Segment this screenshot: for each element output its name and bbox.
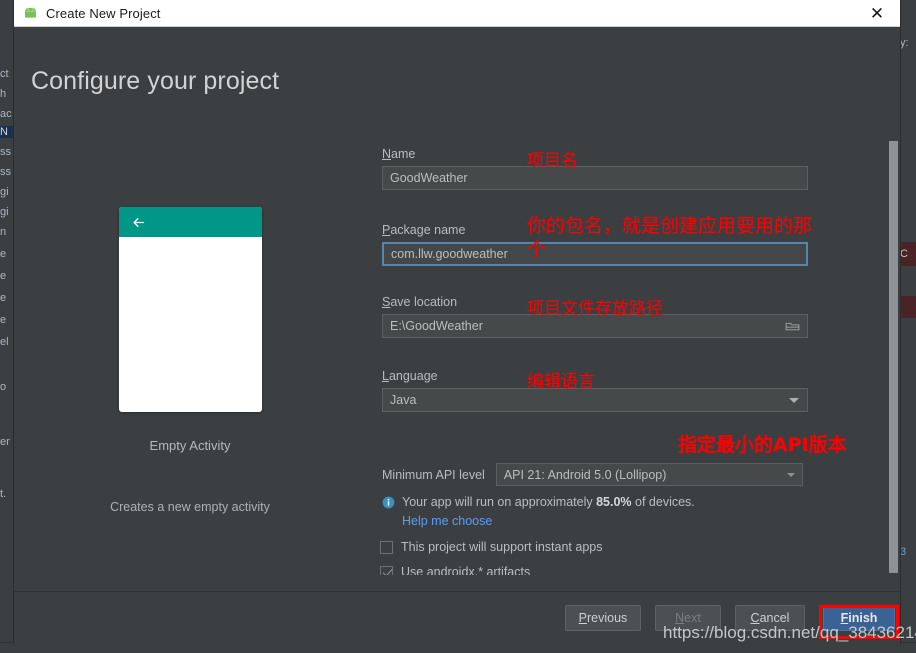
info-icon xyxy=(382,496,395,508)
minimum-api-label: Minimum API level xyxy=(382,467,485,482)
chevron-down-icon xyxy=(789,398,799,403)
package-name-input[interactable]: com.llw.goodweather xyxy=(382,242,808,266)
ide-text-fragment: h xyxy=(0,88,7,100)
field-package-name: Package name com.llw.goodweather xyxy=(382,223,808,266)
android-robot-icon xyxy=(25,7,36,18)
ide-text-fragment: gi xyxy=(0,206,9,218)
ide-text-fragment: e xyxy=(0,292,7,304)
save-location-label: Save location xyxy=(382,295,458,309)
ide-text-fragment: e xyxy=(0,248,7,260)
page-title: Configure your project xyxy=(31,67,280,95)
language-select-value: Java xyxy=(390,393,417,407)
name-label: Name xyxy=(382,147,416,161)
api-coverage-suffix: of devices. xyxy=(631,495,695,509)
next-button[interactable]: Next xyxy=(655,605,721,631)
language-label: Language xyxy=(382,369,438,383)
api-coverage-prefix: Your app will run on approximately xyxy=(402,495,597,509)
checkbox-androidx-artifacts[interactable]: Use androidx.* artifacts xyxy=(380,565,530,575)
ide-text-fragment: y: xyxy=(900,37,909,49)
ide-text-fragment: el xyxy=(0,336,9,348)
ide-text-fragment: e xyxy=(0,314,7,326)
ide-right-edge-fragments: y: C 3 xyxy=(900,26,916,653)
minimum-api-select-value: API 21: Android 5.0 (Lollipop) xyxy=(503,467,667,482)
ide-text-fragment: ac xyxy=(0,108,12,120)
ide-text-fragment: 3 xyxy=(900,546,907,558)
checkbox-instant-apps-label: This project will support instant apps xyxy=(401,540,603,554)
project-configuration-form: Name GoodWeather Package name com.llw.go… xyxy=(366,127,866,575)
finish-button[interactable]: Finish xyxy=(823,605,895,631)
ide-text-fragment: er xyxy=(0,436,10,448)
template-preview-image xyxy=(118,207,262,412)
ide-left-edge-fragments: ct h ac N ss ss gi gi n e e e e el o er … xyxy=(0,26,15,653)
ide-text-fragment: o xyxy=(0,381,7,393)
dialog-title: Create New Project xyxy=(46,5,161,21)
ide-text-fragment: e xyxy=(0,270,7,282)
checkbox-instant-apps-box[interactable] xyxy=(380,540,393,554)
ide-text-fragment: ss xyxy=(0,166,11,178)
api-coverage-note: Your app will run on approximately 85.0%… xyxy=(382,495,695,509)
field-language: Language Java xyxy=(382,369,808,412)
ide-text-fragment: ct xyxy=(0,68,9,80)
next-button-label: Next xyxy=(675,611,701,625)
ide-text-fragment: n xyxy=(0,226,7,238)
previous-button[interactable]: Previous xyxy=(565,605,641,631)
name-input-value: GoodWeather xyxy=(390,171,468,185)
ide-marker-block xyxy=(900,296,916,318)
checkbox-instant-apps[interactable]: This project will support instant apps xyxy=(380,540,602,554)
save-location-input-value: E:\GoodWeather xyxy=(390,319,483,333)
preview-appbar xyxy=(118,207,262,237)
close-icon[interactable]: ✕ xyxy=(854,0,900,26)
form-scrollbar-track[interactable] xyxy=(888,141,899,573)
previous-button-label: Previous xyxy=(578,611,628,625)
save-location-input[interactable]: E:\GoodWeather xyxy=(382,314,808,338)
cancel-button[interactable]: Cancel xyxy=(735,605,805,631)
ide-text-fragment: t. xyxy=(0,488,7,500)
ide-text-fragment-selected: N xyxy=(0,126,14,138)
dialog-titlebar: Create New Project ✕ xyxy=(14,0,900,27)
chevron-down-icon xyxy=(786,472,795,477)
checkbox-androidx-artifacts-label: Use androidx.* artifacts xyxy=(401,565,531,575)
dialog-button-bar: Previous Next Cancel Finish xyxy=(14,591,900,644)
cancel-button-label: Cancel xyxy=(750,611,790,625)
api-coverage-text: Your app will run on approximately 85.0%… xyxy=(402,495,695,509)
field-name: Name GoodWeather xyxy=(382,147,808,190)
checkbox-androidx-artifacts-box[interactable] xyxy=(380,565,393,575)
create-new-project-dialog: Create New Project ✕ Configure your proj… xyxy=(14,0,900,644)
arrow-left-icon xyxy=(132,217,144,227)
field-minimum-api-level: Minimum API level API 21: Android 5.0 (L… xyxy=(382,463,803,486)
screen-root: ct h ac N ss ss gi gi n e e e e el o er … xyxy=(0,0,916,653)
template-description: Creates a new empty activity xyxy=(110,500,270,514)
ide-text-fragment: gi xyxy=(0,186,9,198)
ide-text-fragment: C xyxy=(900,248,908,260)
api-coverage-percent: 85.0% xyxy=(596,495,632,509)
folder-icon[interactable] xyxy=(785,320,800,332)
help-me-choose-link[interactable]: Help me choose xyxy=(402,514,492,528)
dialog-body: Configure your project Empty Activity Cr… xyxy=(14,27,900,644)
package-name-label: Package name xyxy=(382,223,466,237)
language-select[interactable]: Java xyxy=(382,388,808,412)
form-scrollbar-thumb[interactable] xyxy=(889,141,898,573)
finish-button-label: Finish xyxy=(840,611,878,625)
template-preview-panel: Empty Activity Creates a new empty activ… xyxy=(14,207,366,514)
template-name: Empty Activity xyxy=(149,438,231,453)
minimum-api-select[interactable]: API 21: Android 5.0 (Lollipop) xyxy=(495,463,803,486)
name-input[interactable]: GoodWeather xyxy=(382,166,808,190)
ide-text-fragment: ss xyxy=(0,146,11,158)
field-save-location: Save location E:\GoodWeather xyxy=(382,295,808,338)
package-name-input-value: com.llw.goodweather xyxy=(391,247,508,261)
